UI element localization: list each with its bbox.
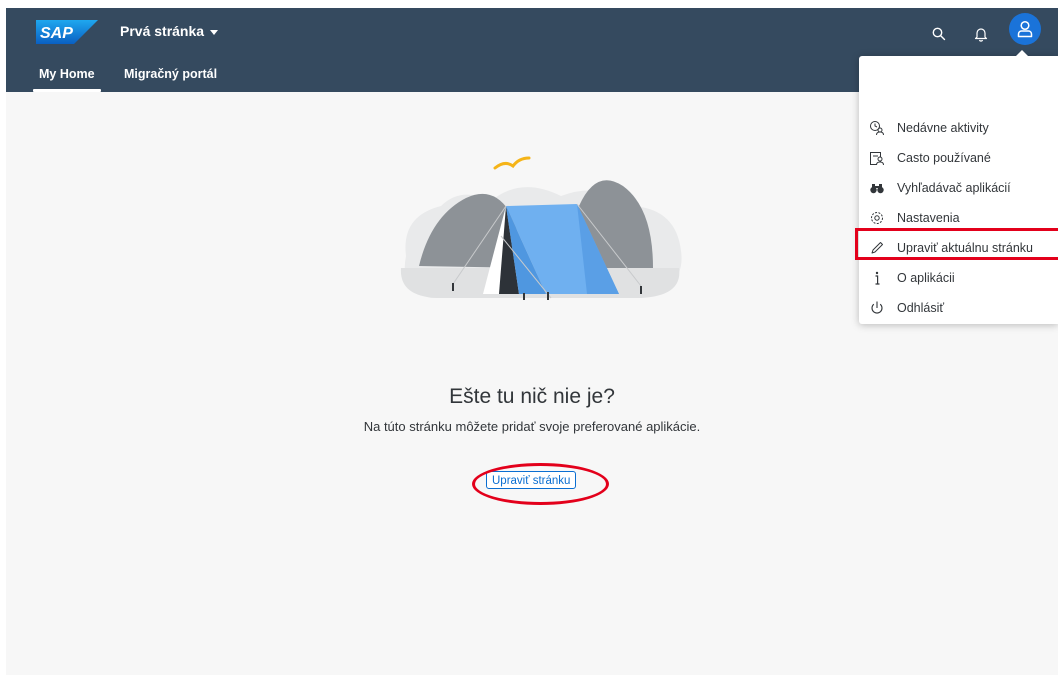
binoculars-icon	[869, 180, 885, 196]
info-icon	[869, 270, 885, 286]
tab-migracny-portal[interactable]: Migračný portál	[124, 66, 217, 92]
gear-icon	[869, 210, 885, 226]
empty-state-illustration	[400, 156, 682, 300]
search-icon[interactable]	[925, 20, 953, 48]
menu-item-settings[interactable]: Nastavenia	[859, 203, 1058, 233]
menu-item-sign-out[interactable]: Odhlásiť	[859, 293, 1058, 323]
sap-logo[interactable]: SAP	[36, 20, 98, 44]
edit-page-button[interactable]: Upraviť stránku	[486, 471, 577, 489]
pencil-icon	[869, 240, 885, 256]
menu-item-label: Nedávne aktivity	[897, 121, 989, 135]
menu-item-label: Vyhľadávač aplikácií	[897, 181, 1011, 195]
recent-activity-icon	[869, 120, 885, 136]
menu-item-label: Casto používané	[897, 151, 991, 165]
screen: SAP Prvá stránka My Home Migračný portál…	[0, 0, 1058, 675]
menu-item-app-finder[interactable]: Vyhľadávač aplikácií	[859, 173, 1058, 203]
user-actions-menu: Nedávne aktivity Casto používané Vyhľadá…	[859, 50, 1058, 324]
menu-item-label: Nastavenia	[897, 211, 960, 225]
tab-my-home[interactable]: My Home	[33, 66, 101, 92]
frequently-used-icon	[869, 150, 885, 166]
menu-item-recent-activities[interactable]: Nedávne aktivity	[859, 113, 1058, 143]
user-icon	[1017, 20, 1033, 38]
power-icon	[869, 300, 885, 316]
user-avatar-button[interactable]	[1009, 13, 1041, 45]
bell-icon[interactable]	[967, 20, 995, 48]
page-title-menu[interactable]: Prvá stránka	[120, 23, 219, 39]
empty-state-title: Ešte tu nič nie je?	[449, 385, 615, 408]
menu-item-label: O aplikácii	[897, 271, 955, 285]
menu-item-about[interactable]: O aplikácii	[859, 263, 1058, 293]
caret-down-icon	[210, 29, 219, 35]
shell-bar: SAP Prvá stránka	[6, 8, 1058, 60]
menu-item-label: Upraviť aktuálnu stránku	[897, 241, 1034, 255]
menu-item-edit-current-page[interactable]: Upraviť aktuálnu stránku	[859, 233, 1058, 263]
menu-item-label: Odhlásiť	[897, 301, 945, 315]
empty-state-description: Na túto stránku môžete pridať svoje pref…	[363, 419, 701, 434]
svg-text:SAP: SAP	[40, 25, 73, 42]
launchpad: SAP Prvá stránka My Home Migračný portál…	[6, 8, 1058, 675]
menu-item-frequently-used[interactable]: Casto používané	[859, 143, 1058, 173]
page-title: Prvá stránka	[120, 23, 205, 39]
